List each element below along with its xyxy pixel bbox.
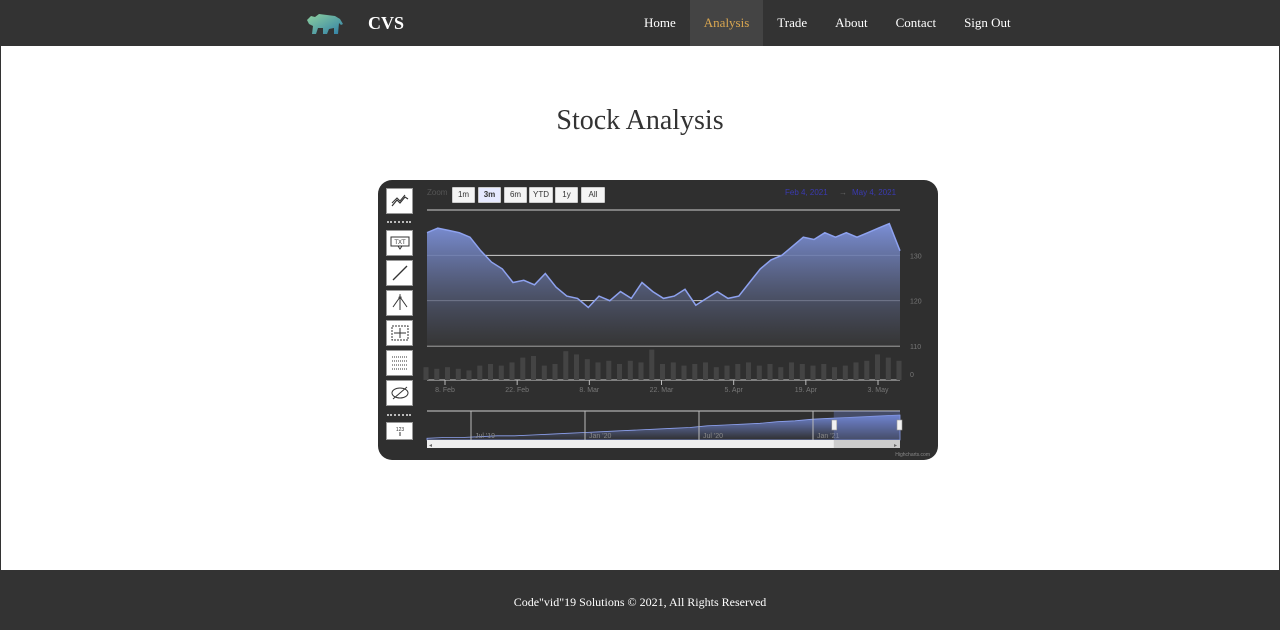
volume-bar <box>821 364 827 380</box>
volume-bar <box>713 367 719 380</box>
volume-bar <box>488 364 493 380</box>
volume-bar <box>584 359 590 380</box>
price-area <box>427 223 900 346</box>
volume-bar <box>638 362 644 380</box>
navigator-tick-label: Jan '20 <box>589 433 611 440</box>
volume-bar <box>767 364 773 380</box>
y-tick-label: 120 <box>910 299 922 306</box>
volume-bar <box>832 367 837 380</box>
bear-icon[interactable] <box>305 10 345 38</box>
x-tick-label: 19. Apr <box>795 387 818 394</box>
nav-about[interactable]: About <box>821 0 882 46</box>
volume-bar <box>552 364 558 380</box>
volume-bar <box>756 365 762 380</box>
volume-bar <box>455 368 461 380</box>
volume-bar <box>445 367 450 380</box>
volume-bar <box>498 365 504 380</box>
volume-bar <box>649 349 655 380</box>
volume-bar <box>423 367 429 380</box>
volume-bar <box>670 362 676 380</box>
chart-plot-area: 130 120 110 0 8. Feb 22. Feb 8. Mar 22. Mar 5. A… <box>423 209 922 449</box>
x-tick-label: 8. Feb <box>435 387 455 394</box>
nav-contact[interactable]: Contact <box>882 0 950 46</box>
page-title: Stock Analysis <box>556 105 724 136</box>
scrollbar-left-arrow: ◂ <box>429 443 432 449</box>
volume-bar <box>509 362 515 380</box>
volume-bar <box>520 357 526 380</box>
navigator-tick-label: Jul '19 <box>475 433 495 440</box>
y-tick-label: 130 <box>910 253 922 260</box>
volume-bar <box>724 365 730 380</box>
volume-bar <box>789 362 794 380</box>
navigator-tick-label: Jul '20 <box>703 433 723 440</box>
navigator-selection <box>833 411 900 440</box>
navigator-handle <box>831 419 838 431</box>
volume-bar <box>703 362 708 380</box>
scrollbar-thumb <box>833 440 900 448</box>
top-navbar: CVS Home Analysis Trade About Contact Si… <box>0 0 1280 46</box>
volume-bar <box>617 364 622 380</box>
brand-name[interactable]: CVS <box>368 12 404 34</box>
nav-sign-out[interactable]: Sign Out <box>950 0 1025 46</box>
navigator-handle <box>896 419 903 431</box>
x-tick-label: 5. Apr <box>725 387 744 394</box>
nav-trade[interactable]: Trade <box>763 0 821 46</box>
x-tick-label: 22. Mar <box>650 387 674 394</box>
nav-home[interactable]: Home <box>630 0 690 46</box>
volume-bar <box>875 354 880 380</box>
volume-bar <box>660 364 665 380</box>
volume-bar <box>853 362 859 380</box>
footer-copyright: Code"vid"19 Solutions © 2021, All Rights… <box>513 595 767 609</box>
volume-bar <box>681 365 687 380</box>
volume-bar <box>735 364 741 380</box>
volume-bar <box>531 356 536 380</box>
x-tick-label: 3. May <box>867 387 889 394</box>
volume-bar <box>896 360 902 380</box>
volume-bar <box>692 364 698 380</box>
volume-bar <box>466 370 472 380</box>
volume-bar <box>606 360 612 380</box>
scrollbar-right-arrow: ▸ <box>894 443 897 449</box>
volume-bar <box>885 357 891 380</box>
volume-bar <box>842 365 848 380</box>
x-tick-label: 22. Feb <box>505 387 529 394</box>
y-tick-label: 0 <box>910 372 914 379</box>
volume-bar <box>778 367 784 380</box>
volume-bar <box>799 364 805 380</box>
volume-bar <box>434 368 440 380</box>
volume-bar <box>477 365 483 380</box>
volume-bar <box>563 351 569 380</box>
volume-bar <box>810 365 816 380</box>
stock-chart: TXT A 123 Zoom 1m 3m 6m YTD 1y All Feb 4… <box>378 180 938 460</box>
main-nav: Home Analysis Trade About Contact Sign O… <box>630 0 1025 46</box>
volume-bar <box>746 362 751 380</box>
volume-bar <box>541 365 547 380</box>
volume-bar <box>595 362 601 380</box>
y-tick-label: 110 <box>910 344 921 351</box>
nav-analysis[interactable]: Analysis <box>689 0 764 46</box>
chart-credits[interactable]: Highcharts.com <box>895 452 930 458</box>
volume-bar <box>864 360 870 380</box>
volume-bar <box>627 360 633 380</box>
x-tick-label: 8. Mar <box>579 387 600 394</box>
volume-bar <box>574 354 579 380</box>
scrollbar-track <box>427 440 900 448</box>
